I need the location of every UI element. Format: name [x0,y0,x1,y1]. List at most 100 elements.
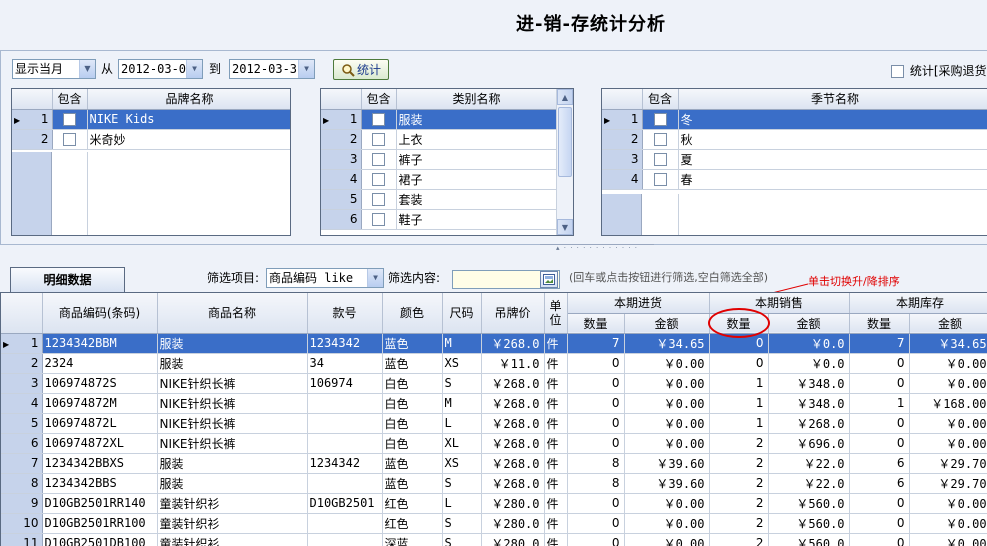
color-column-header[interactable]: 颜色 [382,293,443,334]
category-scrollbar[interactable]: ▲ ▼ [556,89,573,235]
scroll-thumb[interactable] [558,107,572,177]
sales-qty-column-header[interactable]: 数量 [707,307,770,338]
include-cell[interactable] [361,209,397,230]
style-cell: 1234342 [307,453,383,474]
sales-amount-column-header[interactable]: 金额 [768,313,850,334]
unit-column-header[interactable]: 单位 [544,293,568,334]
category-name-cell: 服装 [396,109,558,130]
table-row[interactable]: ▶ 1 冬 [602,109,987,130]
checkbox[interactable] [372,213,385,226]
size-column-header[interactable]: 尺码 [442,293,482,334]
table-row[interactable]: 11 D10GB2501DB100 童装针织衫 深蓝 S ￥280.0 件 0 … [1,533,987,546]
checkbox[interactable] [653,113,667,126]
include-cell[interactable] [642,129,679,150]
code-cell: 106974872M [42,393,158,414]
table-row[interactable]: 6 鞋子 [321,209,558,230]
include-cell[interactable] [642,149,679,170]
purchase-amount-column-header[interactable]: 金额 [624,313,710,334]
checkbox[interactable] [653,173,667,186]
stock-qty-cell: 1 [849,393,910,414]
purchase-return-checkbox[interactable]: 统计[采购退货 [891,62,987,79]
tag-price-column-header[interactable]: 吊牌价 [481,293,545,334]
include-cell[interactable] [361,149,397,170]
table-row[interactable]: ▶ 1 1234342BBM 服装 1234342 蓝色 M ￥268.0 件 7… [1,333,987,354]
include-cell[interactable] [52,109,88,130]
include-column-header[interactable]: 包含 [52,89,88,110]
stock-qty-cell: 0 [849,433,910,454]
checkbox[interactable] [372,173,385,186]
checkbox[interactable] [372,113,385,126]
chevron-down-icon[interactable]: ▼ [367,269,383,287]
name-column-header[interactable]: 商品名称 [157,293,308,334]
name-cell: 童装针织衫 [157,533,308,546]
purchase-qty-column-header[interactable]: 数量 [567,313,625,334]
table-row[interactable]: 3 裤子 [321,149,558,170]
table-row[interactable]: 7 1234342BBXS 服装 1234342 蓝色 XS ￥268.0 件 … [1,453,987,474]
include-cell[interactable] [642,169,679,190]
style-column-header[interactable]: 款号 [307,293,383,334]
scroll-down-icon[interactable]: ▼ [557,219,573,235]
checkbox[interactable] [372,133,385,146]
stock-amount-column-header[interactable]: 金额 [909,313,987,334]
table-row[interactable]: ▶ 1 服装 [321,109,558,130]
table-row[interactable]: ▶ 1 NIKE Kids [12,109,290,130]
table-row[interactable]: 4 裙子 [321,169,558,190]
table-row[interactable]: 6 106974872XL NIKE针织长裤 白色 XL ￥268.0 件 0 … [1,433,987,454]
stock-qty-cell: 0 [849,513,910,534]
chevron-down-icon[interactable]: ▼ [298,60,314,78]
table-row[interactable]: 2 秋 [602,129,987,150]
splitter-handle[interactable]: ▴ · · · · · · · · · · · · [540,244,654,252]
checkbox[interactable] [653,153,667,166]
table-row[interactable]: 2 2324 服装 34 蓝色 XS ￥11.0 件 0 ￥0.00 0 ￥0.… [1,353,987,374]
brand-name-column-header[interactable]: 品牌名称 [87,89,290,110]
from-label: 从 [101,62,114,76]
checkbox[interactable] [372,153,385,166]
include-cell[interactable] [361,109,397,130]
stock-qty-column-header[interactable]: 数量 [849,313,910,334]
table-row[interactable]: 8 1234342BBS 服装 蓝色 S ￥268.0 件 8 ￥39.60 2… [1,473,987,494]
checkbox[interactable] [63,133,76,146]
from-date-picker[interactable]: 2012-03-01 ▼ [118,59,203,79]
table-row[interactable]: 3 夏 [602,149,987,170]
table-row[interactable]: 10 D10GB2501RR100 童装针织衫 红色 S ￥280.0 件 0 … [1,513,987,534]
table-row[interactable]: 4 106974872M NIKE针织长裤 白色 M ￥268.0 件 0 ￥0… [1,393,987,414]
include-cell[interactable] [52,129,88,150]
checkbox[interactable] [891,65,904,78]
code-column-header[interactable]: 商品编码(条码) [42,293,158,334]
filter-content-label: 筛选内容: [388,271,441,285]
stat-button[interactable]: 统计 [333,59,389,80]
include-column-header[interactable]: 包含 [642,89,679,110]
table-row[interactable]: 5 套装 [321,189,558,210]
checkbox[interactable] [63,113,76,126]
row-header-filler [12,152,52,235]
table-row[interactable]: 4 春 [602,169,987,190]
scroll-up-icon[interactable]: ▲ [557,89,573,105]
checkbox[interactable] [372,193,385,206]
include-column-header[interactable]: 包含 [361,89,397,110]
unit-cell: 件 [544,513,568,534]
season-name-column-header[interactable]: 季节名称 [678,89,987,110]
chevron-down-icon[interactable]: ▼ [186,60,202,78]
stock-amount-cell: ￥0.00 [909,373,987,394]
to-date-picker[interactable]: 2012-03-31 ▼ [229,59,315,79]
tab-detail-data[interactable]: 明细数据 [10,267,125,292]
include-cell[interactable] [361,169,397,190]
include-cell[interactable] [361,129,397,150]
table-row[interactable]: 2 米奇妙 [12,129,290,150]
period-select[interactable]: 显示当月 ▼ [12,59,96,79]
table-row[interactable]: 2 上衣 [321,129,558,150]
table-row[interactable]: 5 106974872L NIKE针织长裤 白色 L ￥268.0 件 0 ￥0… [1,413,987,434]
sales-amount-cell: ￥268.0 [768,413,850,434]
checkbox[interactable] [653,133,667,146]
category-name-column-header[interactable]: 类别名称 [396,89,558,110]
include-cell[interactable] [361,189,397,210]
include-cell[interactable] [642,109,679,130]
table-row[interactable]: 9 D10GB2501RR140 童装针织衫 D10GB2501 红色 L ￥2… [1,493,987,514]
style-cell [307,533,383,546]
style-cell [307,513,383,534]
filter-item-select[interactable]: 商品编码 like ▼ [266,268,384,288]
filter-apply-button[interactable] [540,271,558,288]
table-row[interactable]: 3 106974872S NIKE针织长裤 106974 白色 S ￥268.0… [1,373,987,394]
chevron-down-icon[interactable]: ▼ [79,60,95,78]
color-cell: 红色 [382,493,443,514]
